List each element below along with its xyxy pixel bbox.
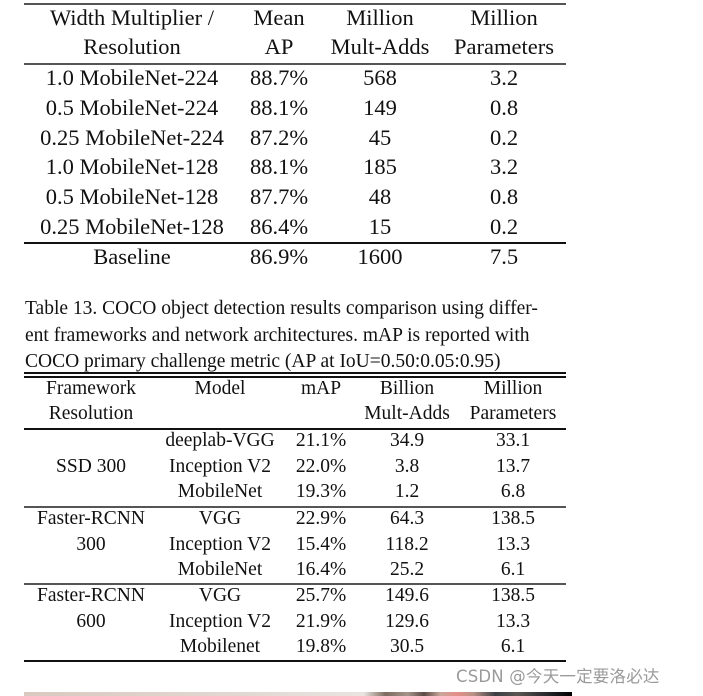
cell-mult-adds: 3.8: [394, 455, 420, 477]
cell-model: 0.5 MobileNet-224: [45, 94, 219, 120]
header-parameters: Parameters: [454, 34, 554, 59]
cell-model: Mobilenet: [179, 636, 261, 658]
cell-model: MobileNet: [177, 559, 263, 581]
cell-mult-adds: 185: [363, 154, 397, 180]
cell-mult-adds: 568: [363, 65, 397, 90]
header-map: mAP: [300, 378, 342, 399]
cell-map: 19.3%: [295, 481, 347, 503]
cell-model: VGG: [198, 508, 242, 529]
cell-map: 22.0%: [295, 455, 347, 477]
cell-parameters: 138.5: [491, 585, 535, 606]
header-model: Model: [194, 378, 246, 399]
header-million: Million: [470, 5, 538, 30]
header-resolution: Resolution: [48, 403, 134, 424]
cell-parameters: 6.1: [500, 559, 526, 581]
cell-model: 0.25 MobileNet-128: [40, 214, 224, 239]
cell-framework: Faster-RCNN: [37, 585, 145, 606]
cell-parameters: 3.2: [489, 65, 519, 90]
cell-mean-ap: 88.7%: [249, 65, 309, 90]
cell-parameters: 138.5: [491, 508, 535, 529]
cell-parameters: 0.2: [489, 124, 519, 150]
cell-parameters: 6.1: [500, 636, 526, 658]
header-mult-adds: Mult-Adds: [330, 34, 430, 59]
cell-parameters: 7.5: [489, 244, 519, 269]
cell-parameters: 13.7: [495, 455, 531, 477]
cell-mult-adds: 1600: [357, 244, 403, 269]
cell-mult-adds: 118.2: [385, 533, 429, 555]
cell-mean-ap: 87.7%: [249, 184, 309, 210]
cell-model: 1.0 MobileNet-224: [45, 65, 219, 90]
cell-parameters: 3.2: [489, 154, 519, 180]
cell-mult-adds: 129.6: [385, 610, 429, 632]
header-resolution: Resolution: [83, 34, 181, 59]
header-mult-adds: Mult-Adds: [364, 403, 450, 424]
cell-map: 21.9%: [295, 610, 347, 632]
table-top-rule: [24, 372, 566, 374]
header-framework: Framework: [46, 378, 136, 399]
cell-framework: 600: [76, 610, 106, 632]
header-mean: Mean: [253, 5, 305, 30]
cell-parameters: 0.8: [489, 94, 519, 120]
cell-mult-adds: 34.9: [389, 430, 425, 451]
table-bottom-rule: [24, 660, 566, 662]
cell-parameters: 13.3: [495, 533, 531, 555]
cell-parameters: 33.1: [495, 430, 531, 451]
cell-model: 1.0 MobileNet-128: [45, 154, 219, 180]
cell-framework: SSD 300: [56, 455, 126, 477]
cell-parameters: 13.3: [495, 610, 531, 632]
cell-model: Inception V2: [169, 610, 271, 632]
cell-mean-ap: 86.9%: [249, 244, 309, 269]
caption-line: ent frameworks and network architectures…: [25, 324, 530, 346]
cell-mult-adds: 45: [368, 124, 392, 150]
header-parameters: Parameters: [469, 403, 557, 424]
cell-mean-ap: 88.1%: [249, 154, 309, 180]
cell-map: 16.4%: [295, 559, 347, 581]
cell-mult-adds: 149: [363, 94, 397, 120]
cell-parameters: 0.2: [489, 214, 519, 239]
header-width-multiplier: Width Multiplier /: [49, 5, 215, 30]
cell-map: 19.8%: [295, 636, 347, 658]
cell-map: 22.9%: [295, 508, 347, 529]
cell-mean-ap: 87.2%: [249, 124, 309, 150]
header-million: Million: [483, 378, 543, 399]
csdn-watermark: CSDN @今天一定要洛必达: [456, 667, 660, 686]
caption-line: Table 13. COCO object detection results …: [25, 298, 538, 319]
cell-model: MobileNet: [177, 481, 263, 503]
cell-mean-ap: 88.1%: [249, 94, 309, 120]
cell-mult-adds: 15: [368, 214, 392, 239]
cell-mult-adds: 30.5: [389, 636, 425, 658]
cell-map: 15.4%: [295, 533, 347, 555]
cell-model: Inception V2: [169, 533, 271, 555]
cell-parameters: 6.8: [500, 481, 526, 503]
cell-model: 0.5 MobileNet-128: [45, 184, 219, 210]
cell-framework: Faster-RCNN: [37, 508, 145, 529]
cell-mult-adds: 64.3: [389, 508, 425, 529]
cell-mean-ap: 86.4%: [249, 214, 309, 239]
header-ap: AP: [264, 34, 294, 59]
cell-mult-adds: 25.2: [389, 559, 425, 581]
cell-model: Baseline: [93, 244, 171, 269]
header-billion: Billion: [379, 378, 435, 399]
cell-framework: 300: [76, 533, 106, 555]
header-million: Million: [346, 5, 414, 30]
cell-mult-adds: 48: [368, 184, 392, 210]
cell-model: deeplab-VGG: [165, 430, 275, 451]
cell-map: 25.7%: [295, 585, 347, 606]
table-13-caption: Table 13. COCO object detection results …: [25, 296, 585, 376]
cell-map: 21.1%: [295, 430, 347, 451]
cell-model: Inception V2: [169, 455, 271, 477]
cell-model: 0.25 MobileNet-224: [40, 124, 224, 150]
cell-mult-adds: 149.6: [385, 585, 429, 606]
cell-mult-adds: 1.2: [394, 481, 420, 503]
cell-parameters: 0.8: [489, 184, 519, 210]
cell-model: VGG: [198, 585, 242, 606]
next-figure-image-strip: [24, 692, 572, 696]
